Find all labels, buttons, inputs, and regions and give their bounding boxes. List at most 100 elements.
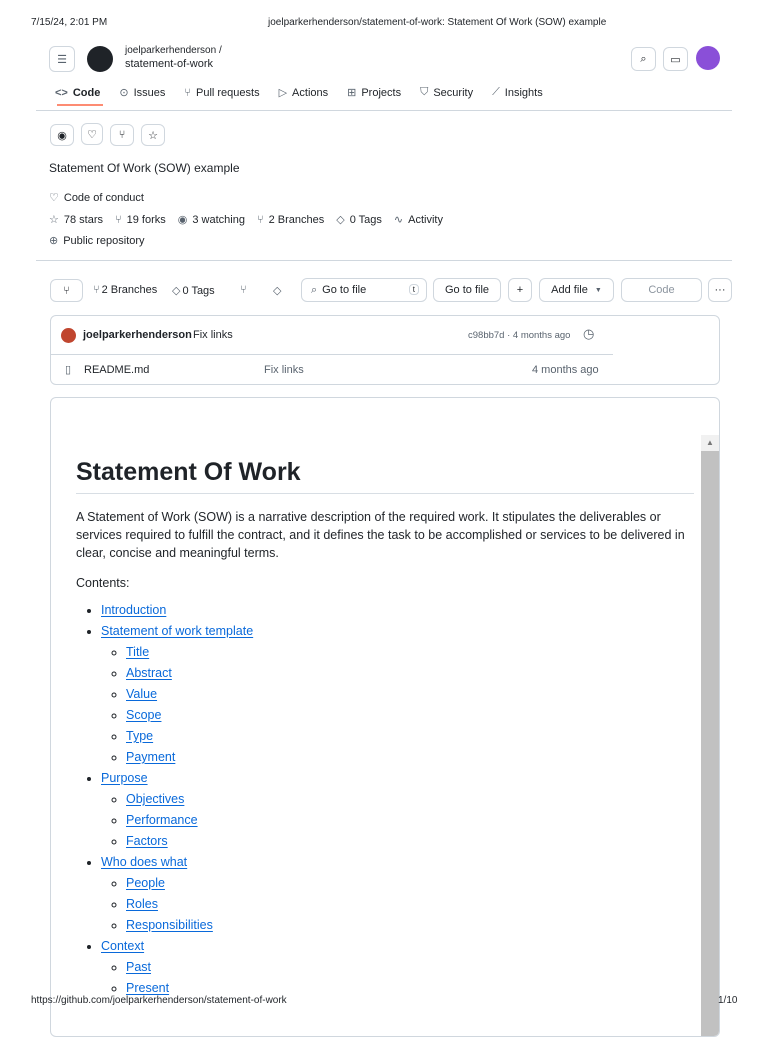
more-button[interactable]: ··· (708, 278, 732, 302)
avatar[interactable] (696, 46, 720, 70)
search-button[interactable]: ⌕ (631, 47, 656, 71)
tab-issues[interactable]: ⊙ Issues (119, 86, 165, 100)
watching-link[interactable]: ◉ 3 watching (178, 213, 245, 227)
tab-actions[interactable]: ▷ Actions (279, 86, 329, 100)
tags-link[interactable]: ◇ 0 Tags (172, 284, 215, 298)
print-url: https://github.com/joelparkerhenderson/s… (31, 995, 287, 1006)
heart-icon: ♡ (87, 128, 97, 141)
toc-link[interactable]: Who does what (101, 855, 187, 869)
tab-insights[interactable]: ⟋ Insights (492, 86, 543, 99)
file-time: 4 months ago (532, 364, 599, 376)
tab-active-indicator (57, 104, 103, 106)
toc-sublink[interactable]: Roles (126, 897, 158, 911)
toc-sublink[interactable]: Scope (126, 708, 161, 722)
commit-hash-time[interactable]: c98bb7d · 4 months ago (468, 330, 570, 341)
toc-link[interactable]: Purpose (101, 771, 148, 785)
repo-name[interactable]: statement-of-work (125, 58, 213, 70)
search-icon: ⌕ (311, 283, 318, 296)
toc-sublink[interactable]: Factors (126, 834, 168, 848)
toc-subitem: Roles (126, 894, 694, 915)
divider (36, 260, 732, 261)
toc-item: Context Past Present (101, 936, 694, 999)
graph-icon: ⟋ (492, 86, 500, 98)
print-title: joelparkerhenderson/statement-of-work: S… (268, 17, 607, 28)
toc-sublink[interactable]: People (126, 876, 165, 890)
file-icon: ▯ (65, 364, 72, 376)
fork-icon: ⑂ (118, 129, 126, 141)
toc-subitem: Objectives (126, 789, 694, 810)
go-to-file-search[interactable]: ⌕ Go to file t (301, 278, 427, 302)
toc-sublink[interactable]: Objectives (126, 792, 184, 806)
file-name[interactable]: README.md (84, 364, 149, 376)
toc-sublist: Past Present (101, 957, 694, 999)
pulse-icon: ∿ (393, 214, 404, 226)
toc-subitem: Scope (126, 705, 694, 726)
kebab-icon: ··· (714, 284, 726, 296)
toc-link[interactable]: Context (101, 939, 144, 953)
go-to-file-button[interactable]: Go to file (433, 278, 501, 302)
toc-sublink[interactable]: Responsibilities (126, 918, 213, 932)
history-icon[interactable]: ◷ (583, 326, 594, 342)
activity-link[interactable]: ∿ Activity (393, 213, 443, 227)
issue-icon: ⊙ (119, 87, 129, 99)
inbox-button[interactable]: ▭ (663, 47, 688, 71)
branch-icon[interactable]: ⑂ (240, 284, 247, 296)
toc-link[interactable]: Introduction (101, 603, 166, 617)
add-button[interactable]: + (508, 278, 532, 302)
scroll-up-icon[interactable]: ▲ (701, 435, 719, 451)
toc-sublink[interactable]: Title (126, 645, 149, 659)
toc-sublink[interactable]: Payment (126, 750, 175, 764)
add-file-button[interactable]: Add file ▼ (539, 278, 614, 302)
menu-button[interactable]: ☰ (49, 46, 75, 72)
toc-sublist: Title Abstract Value Scope Type Payment (101, 642, 694, 768)
star-icon: ☆ (49, 214, 59, 226)
branches-link[interactable]: ⑂ 2 Branches (93, 284, 157, 296)
toc-sublink[interactable]: Value (126, 687, 157, 701)
scrollbar-thumb[interactable] (701, 451, 719, 1036)
shield-icon: ⛉ (420, 86, 429, 98)
tab-projects[interactable]: ⊞ Projects (347, 86, 401, 100)
toc-link[interactable]: Statement of work template (101, 624, 253, 638)
toc-sublink[interactable]: Abstract (126, 666, 172, 680)
print-page: 1/10 (718, 995, 738, 1006)
globe-icon: ⊕ (49, 235, 59, 247)
plus-icon: + (516, 284, 524, 296)
toc-sublink[interactable]: Present (126, 981, 169, 995)
branch-select-button[interactable]: ⑂ (50, 279, 83, 302)
readme-title: Statement Of Work (76, 458, 694, 494)
forks-link[interactable]: ⑂ 19 forks (115, 213, 166, 226)
shortcut-key: t (408, 284, 419, 295)
scrollbar[interactable]: ▲ (701, 435, 719, 1036)
commit-author[interactable]: joelparkerhenderson (83, 329, 192, 341)
search-icon: ⌕ (640, 52, 647, 65)
toc-subitem: Value (126, 684, 694, 705)
code-icon: <> (55, 86, 68, 99)
toc-sublink[interactable]: Past (126, 960, 151, 974)
toc-subitem: Abstract (126, 663, 694, 684)
star-button[interactable]: ☆ (141, 124, 165, 146)
table-icon: ⊞ (347, 87, 357, 99)
code-button[interactable]: Code (621, 278, 702, 302)
repo-tabs: <> Code ⊙ Issues ⑂ Pull requests ▷ Actions ⊞… (55, 86, 562, 99)
tags-link[interactable]: ◇ 0 Tags (336, 213, 382, 227)
branches-link[interactable]: ⑂ 2 Branches (257, 213, 324, 226)
fork-button[interactable]: ⑂ (110, 124, 134, 146)
tab-code[interactable]: <> Code (55, 86, 100, 99)
toc-sublink[interactable]: Type (126, 729, 153, 743)
code-of-conduct-link[interactable]: ♡ Code of conduct (49, 191, 144, 205)
tag-icon[interactable]: ◇ (273, 284, 281, 297)
watch-button[interactable]: ◉ (50, 124, 74, 146)
repo-owner[interactable]: joelparkerhenderson / (125, 45, 222, 56)
github-logo-icon[interactable] (87, 46, 113, 72)
divider (51, 354, 613, 355)
commit-message[interactable]: Fix links (193, 329, 233, 341)
file-commit-message[interactable]: Fix links (264, 364, 304, 376)
star-icon: ☆ (148, 129, 158, 142)
tab-security[interactable]: ⛉ Security (420, 86, 473, 99)
eye-icon: ◉ (57, 129, 67, 142)
toc-sublink[interactable]: Performance (126, 813, 198, 827)
file-list: joelparkerhenderson Fix links c98bb7d · … (50, 315, 720, 385)
sponsor-button[interactable]: ♡ (81, 123, 103, 145)
tab-pull-requests[interactable]: ⑂ Pull requests (184, 86, 259, 99)
stars-link[interactable]: ☆ 78 stars (49, 213, 103, 227)
